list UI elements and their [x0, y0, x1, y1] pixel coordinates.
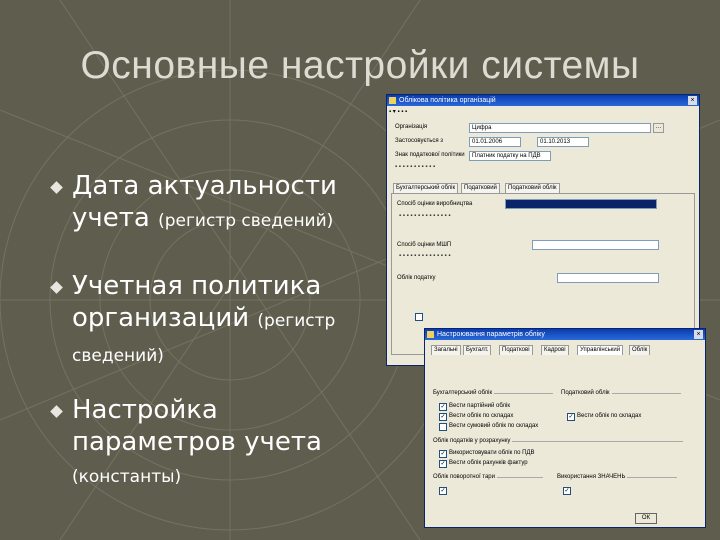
section-note: ▪ ▪ ▪ ▪ ▪ ▪ ▪ ▪ ▪ ▪ ▪ ▪ ▪ ▪	[399, 253, 451, 259]
tab-accounting[interactable]: Бухгалт.	[463, 345, 492, 355]
checkbox-label: Вести облік по складах	[577, 413, 642, 419]
production-valuation-select[interactable]	[505, 199, 657, 209]
tab-tax[interactable]: Податкові	[499, 345, 533, 355]
tax-accounting-select[interactable]	[557, 273, 659, 283]
checkbox-tax-warehouse[interactable]: ✓	[567, 413, 575, 421]
date-to-field[interactable]: 01.10.2013	[537, 137, 589, 147]
window-titlebar: Облікова політика організацій ×	[387, 95, 699, 106]
checkbox-values[interactable]: ✓	[563, 487, 571, 495]
select-button[interactable]: …	[653, 123, 664, 133]
accounting-parameters-window: Настроювання параметрів обліку × Загальн…	[424, 328, 706, 528]
close-icon[interactable]: ×	[688, 96, 697, 105]
section-label: Спосіб оцінки виробництва	[397, 201, 473, 207]
field-label: Організація	[395, 124, 428, 130]
checkbox-invoices[interactable]: ✓	[439, 460, 447, 468]
tab-tax[interactable]: Податковий	[461, 183, 500, 193]
checkbox-label: Вести сумовий облік по складах	[449, 423, 539, 429]
checkbox-warehouse[interactable]: ✓	[439, 413, 447, 421]
window-icon	[427, 331, 434, 338]
checkbox-label: Використовувати облік по ПДВ	[449, 450, 535, 456]
checkbox-label: Вести облік рахунків фактур	[449, 460, 528, 466]
window-titlebar: Настроювання параметрів обліку ×	[425, 329, 705, 340]
group-tax: Податковий облік	[561, 390, 681, 396]
group-values: Використання ЗНАЧЕНЬ	[557, 474, 677, 480]
checkbox-label: Вести партійний облік	[449, 403, 510, 409]
date-from-field[interactable]: 01.01.2006	[469, 137, 521, 147]
window-icon	[389, 97, 396, 104]
field-label: Застосовується з	[395, 138, 444, 144]
low-value-items-select[interactable]	[532, 240, 659, 250]
note-text: ▪ ▪ ▪ ▪ ▪ ▪ ▪ ▪ ▪ ▪ ▪	[395, 164, 436, 170]
checkbox-batch-accounting[interactable]: ✓	[439, 403, 447, 411]
window-title: Облікова політика організацій	[399, 97, 496, 104]
tab-accounting-misc[interactable]: Облік	[629, 345, 651, 355]
checkbox-containers[interactable]: ✓	[439, 487, 447, 495]
tax-status-field[interactable]: Платник податку на ПДВ	[469, 151, 551, 161]
window-toolbar: ▪ ▾ ▪ ▪ ▪	[389, 109, 408, 115]
checkbox-sum-warehouse[interactable]	[439, 423, 447, 431]
checkbox-vat[interactable]: ✓	[439, 450, 447, 458]
ok-button[interactable]: ОК	[635, 513, 657, 524]
tab-general[interactable]: Загальні	[431, 345, 461, 355]
group-accounting: Бухгалтерський облік	[433, 390, 553, 396]
field-label: Знак податкової політики	[395, 152, 465, 158]
policy-checkbox[interactable]	[415, 313, 423, 321]
close-icon[interactable]: ×	[694, 330, 703, 339]
section-label: Спосіб оцінки МШП	[397, 242, 452, 248]
section-label: Облік податку	[397, 275, 436, 281]
section-note: ▪ ▪ ▪ ▪ ▪ ▪ ▪ ▪ ▪ ▪ ▪ ▪ ▪ ▪	[399, 213, 451, 219]
organization-field[interactable]: Цифра	[469, 123, 651, 133]
tab-accounting[interactable]: Бухгалтерський облік	[393, 183, 459, 193]
checkbox-label: Вести облік по складах	[449, 413, 514, 419]
group-taxes-calculation: Облік податків у розрахунку	[433, 438, 683, 444]
tab-tax-accounting[interactable]: Податковий облік	[505, 183, 560, 193]
tab-personnel[interactable]: Кадрові	[541, 345, 569, 355]
window-title: Настроювання параметрів обліку	[437, 331, 545, 338]
slide-title: Основные настройки системы	[80, 44, 640, 87]
bullet-note: (константы)	[72, 467, 182, 487]
group-returnable-containers: Облік поворотної тари	[433, 474, 543, 480]
bullet-note: (регистр сведений)	[158, 211, 334, 231]
bullet-main-text: Настройка параметров учета	[72, 395, 322, 457]
tab-management[interactable]: Управлінський	[577, 345, 624, 355]
accounting-policy-window: Облікова політика організацій × ▪ ▾ ▪ ▪ …	[386, 94, 700, 366]
